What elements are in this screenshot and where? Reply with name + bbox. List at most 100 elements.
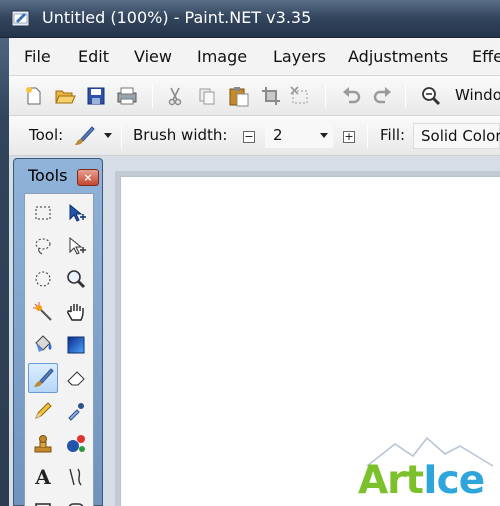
undo-button[interactable] (339, 84, 363, 108)
move-selection-icon (69, 203, 86, 222)
tool-shapes[interactable] (28, 495, 58, 506)
clone-stamp-icon (34, 435, 52, 453)
tool-rounded-rectangle[interactable] (61, 495, 91, 506)
menu-edit[interactable]: Edit (78, 47, 109, 66)
eraser-icon (67, 371, 85, 386)
tool-text[interactable]: A (28, 462, 58, 492)
print-button[interactable] (115, 84, 139, 108)
new-icon (26, 87, 41, 105)
menu-file[interactable]: File (24, 47, 51, 66)
deselect-button[interactable] (288, 84, 312, 108)
tool-zoom[interactable] (61, 264, 91, 294)
paste-button[interactable] (227, 84, 251, 108)
window-menu-button[interactable]: Windo (455, 86, 500, 104)
tool-label: Tool: (29, 126, 64, 144)
move-selected-icon (69, 236, 86, 255)
tool-rectangle-select[interactable] (28, 198, 58, 228)
main-toolbar: Windo (9, 76, 500, 116)
pencil-icon (35, 402, 52, 419)
pan-hand-icon (67, 304, 84, 321)
plus-icon: + (344, 130, 354, 143)
tool-paintbrush[interactable] (28, 363, 58, 393)
tool-lasso-select[interactable] (28, 231, 58, 261)
title-bar: Untitled (100%) - Paint.NET v3.35 (0, 0, 500, 38)
cut-button[interactable] (163, 84, 187, 108)
rectangle-shape-icon (35, 503, 51, 506)
tool-clone-stamp[interactable] (28, 429, 58, 459)
recolor-icon (67, 435, 85, 452)
tools-panel: A (24, 193, 94, 506)
tool-line-curve[interactable] (61, 462, 91, 492)
rectangle-select-icon (35, 206, 51, 220)
menu-effects[interactable]: Effe (472, 47, 500, 66)
copy-button[interactable] (195, 84, 219, 108)
undo-icon (343, 87, 361, 104)
tool-options-bar: Tool: Brush width: − 2 + Fill: Solid Col… (9, 116, 500, 156)
save-button[interactable] (84, 84, 108, 108)
minus-icon: − (244, 130, 254, 143)
chevron-down-icon[interactable] (103, 133, 113, 139)
zoom-button[interactable] (419, 84, 443, 108)
toolbar-separator (405, 84, 406, 108)
tool-pan[interactable] (61, 297, 91, 327)
open-button[interactable] (53, 84, 77, 108)
rounded-rectangle-icon (68, 503, 84, 506)
fill-style-combobox[interactable]: Solid Color (413, 123, 500, 149)
ellipse-select-icon (35, 271, 51, 287)
magic-wand-icon (33, 302, 52, 321)
brush-width-label: Brush width: (133, 126, 228, 144)
toolbar-separator (325, 84, 326, 108)
tool-pencil[interactable] (28, 396, 58, 426)
decrease-brush-width-button[interactable]: − (243, 131, 255, 143)
increase-brush-width-button[interactable]: + (343, 131, 355, 143)
fill-label: Fill: (380, 126, 406, 144)
toolbar-separator (121, 124, 122, 148)
tool-move-selection[interactable] (61, 198, 91, 228)
color-picker-icon (68, 403, 84, 421)
deselect-icon (290, 86, 308, 104)
paint-net-app-icon[interactable] (11, 9, 31, 29)
tool-selector[interactable] (72, 124, 96, 148)
watermark-text-art: Art (358, 458, 424, 503)
window-title: Untitled (100%) - Paint.NET v3.35 (42, 8, 312, 27)
cut-icon (168, 87, 182, 106)
lasso-select-icon (35, 238, 51, 255)
tool-color-picker[interactable] (61, 396, 91, 426)
paste-icon (229, 87, 249, 107)
paintbrush-icon (75, 126, 95, 145)
redo-button[interactable] (371, 84, 395, 108)
menu-image[interactable]: Image (197, 47, 247, 66)
redo-icon (373, 87, 391, 104)
watermark-text-ice: Ice (423, 458, 485, 503)
brush-width-combobox[interactable]: 2 (265, 124, 333, 148)
chevron-down-icon (320, 133, 328, 138)
crop-button[interactable] (259, 84, 283, 108)
brush-width-value: 2 (273, 126, 283, 144)
toolbar-separator (367, 124, 368, 148)
zoom-icon (422, 87, 441, 106)
watermark-text: ArtIce (358, 458, 485, 503)
paintbrush-icon (34, 368, 54, 387)
tool-ellipse-select[interactable] (28, 264, 58, 294)
tool-move-selected[interactable] (61, 231, 91, 261)
copy-icon (199, 88, 215, 105)
fill-style-value: Solid Color (421, 127, 500, 145)
toolbar-separator (152, 84, 153, 108)
tool-paint-bucket[interactable] (28, 330, 58, 360)
close-button[interactable]: × (77, 169, 99, 186)
crop-to-selection-icon (262, 87, 280, 105)
close-icon: × (83, 171, 93, 184)
open-icon (55, 90, 76, 104)
menu-layers[interactable]: Layers (273, 47, 326, 66)
menu-adjustments[interactable]: Adjustments (348, 47, 448, 66)
tool-eraser[interactable] (61, 363, 91, 393)
paint-bucket-icon (35, 335, 52, 352)
print-icon (117, 87, 137, 105)
new-button[interactable] (22, 84, 46, 108)
menu-bar: File Edit View Image Layers Adjustments … (9, 38, 500, 76)
tool-magic-wand[interactable] (28, 297, 58, 327)
tool-recolor[interactable] (61, 429, 91, 459)
line-curve-icon (69, 468, 82, 486)
tool-gradient[interactable] (61, 330, 91, 360)
menu-view[interactable]: View (134, 47, 172, 66)
